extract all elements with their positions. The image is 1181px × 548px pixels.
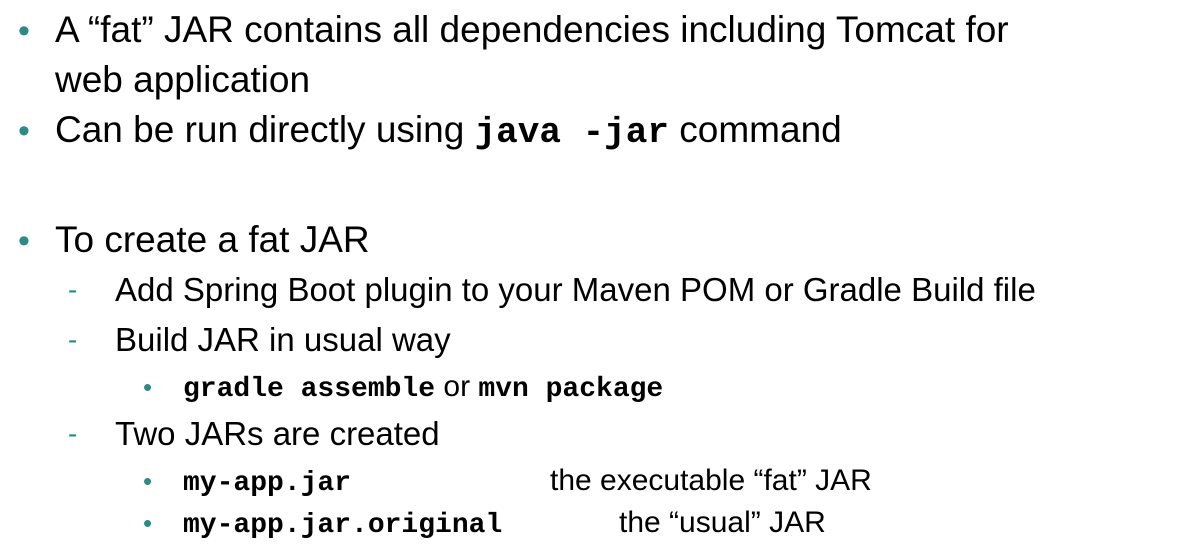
inline-code: mvn package bbox=[478, 374, 664, 405]
bullet-text: A “fat” JAR contains all dependencies in… bbox=[55, 9, 1009, 50]
dash-bullet: - bbox=[68, 418, 78, 449]
bullet-text: Can be run directly using java -jar comm… bbox=[55, 108, 842, 155]
bullet-dot: • bbox=[18, 12, 30, 50]
sub-sub-bullet-text: gradle assemble or mvn package bbox=[183, 369, 663, 408]
inline-code: java -jar bbox=[474, 112, 669, 153]
dash-bullet: - bbox=[68, 324, 78, 355]
connector-text: or bbox=[435, 370, 479, 403]
bullet-text-suffix: command bbox=[669, 109, 842, 150]
bullet-dot: • bbox=[18, 222, 30, 260]
bullet-text-continued: web application bbox=[55, 59, 311, 100]
sub-sub-bullet-code: my-app.jar bbox=[183, 463, 351, 502]
sub-bullet-text: Two JARs are created bbox=[115, 415, 440, 452]
dash-bullet: - bbox=[68, 274, 78, 305]
inline-code: gradle assemble bbox=[183, 374, 436, 405]
slide: • A “fat” JAR contains all dependencies … bbox=[0, 0, 1181, 548]
bullet-dot: • bbox=[143, 508, 153, 538]
bullet-dot: • bbox=[143, 466, 153, 496]
bullet-dot: • bbox=[143, 372, 153, 402]
bullet-dot: • bbox=[18, 112, 30, 150]
sub-bullet-text: Add Spring Boot plugin to your Maven POM… bbox=[115, 271, 1036, 308]
inline-code: my-app.jar.original bbox=[183, 510, 503, 541]
bullet-text-prefix: Can be run directly using bbox=[55, 109, 475, 150]
jar-description: the executable “fat” JAR bbox=[550, 464, 872, 497]
jar-description: the “usual” JAR bbox=[619, 506, 826, 539]
sub-bullet-text: Build JAR in usual way bbox=[115, 321, 451, 358]
bullet-text: To create a fat JAR bbox=[55, 219, 370, 260]
inline-code: my-app.jar bbox=[183, 468, 352, 499]
sub-sub-bullet-code: my-app.jar.original bbox=[183, 505, 502, 544]
